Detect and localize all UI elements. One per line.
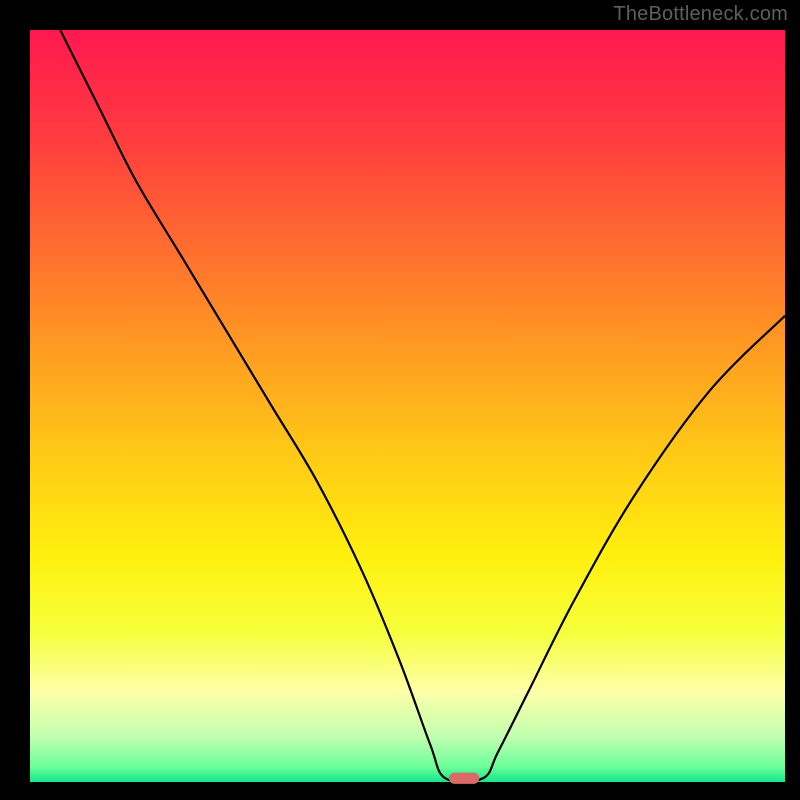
optimum-marker: [449, 773, 479, 784]
gradient-background: [30, 30, 785, 782]
bottleneck-chart: [0, 0, 800, 800]
chart-frame: TheBottleneck.com: [0, 0, 800, 800]
watermark-text: TheBottleneck.com: [613, 3, 788, 26]
